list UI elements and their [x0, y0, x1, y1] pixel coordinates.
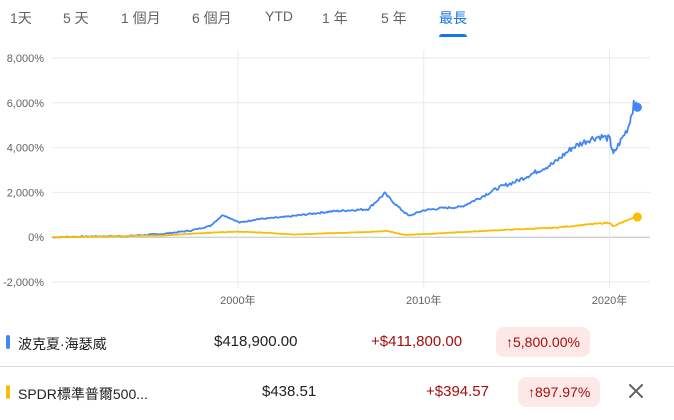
x-axis: 2000年 2010年 2020年 [220, 293, 627, 307]
y-tick-label: 0% [28, 232, 44, 244]
arrow-up-icon: ↑ [506, 334, 513, 350]
tab-1-month[interactable]: 1 個月 [121, 8, 161, 28]
row-divider [0, 366, 674, 367]
tab-1-year[interactable]: 1 年 [322, 8, 348, 28]
performance-chart: 8,000%6,000%4,000%2,000%0%-2,000% 2000年 2… [3, 50, 650, 307]
stock-price: $418,900.00 [214, 333, 298, 350]
tab-5-years[interactable]: 5 年 [381, 8, 407, 28]
close-icon [629, 384, 643, 398]
x-tick-label: 2020年 [592, 293, 627, 307]
chart-gridlines [52, 50, 650, 288]
stock-percent: 897.97% [535, 384, 591, 400]
y-tick-label: 4,000% [7, 143, 45, 155]
stock-percent: 5,800.00% [513, 334, 580, 350]
stock-percent-badge: ↑5,800.00% [496, 327, 590, 357]
x-tick-label: 2000年 [220, 293, 255, 307]
tab-max-label: 最長 [439, 10, 467, 26]
y-tick-label: 2,000% [7, 187, 45, 199]
tab-1-day[interactable]: 1天 [10, 8, 32, 28]
series-end-marker [632, 212, 642, 222]
tab-max[interactable]: 最長 [439, 8, 467, 37]
y-tick-label: -2,000% [3, 277, 44, 289]
stock-change: +$394.57 [426, 383, 489, 400]
series-end-marker [632, 102, 642, 112]
x-tick-label: 2010年 [406, 293, 441, 307]
range-tabs: 1天 5 天 1 個月 6 個月 YTD 1 年 5 年 最長 [0, 0, 674, 37]
stock-price: $438.51 [262, 383, 317, 400]
tab-5-days[interactable]: 5 天 [63, 8, 89, 28]
stock-name: 波克夏·海瑟威 [18, 336, 107, 352]
series-color-swatch [6, 385, 10, 399]
y-tick-label: 8,000% [7, 53, 45, 65]
stock-change: +$411,800.00 [371, 333, 463, 350]
chart-series [51, 99, 642, 239]
stock-name: SPDR標準普爾500... [18, 386, 148, 402]
arrow-up-icon: ↑ [528, 384, 535, 400]
stock-row-spdr[interactable]: SPDR標準普爾500... $438.51 +$394.57 ↑897.97% [0, 368, 674, 416]
tab-ytd[interactable]: YTD [265, 8, 293, 24]
series-line [52, 216, 638, 239]
stock-percent-badge: ↑897.97% [518, 377, 601, 407]
y-axis: 8,000% 6,000% 4,000% 2,000% 0% -2,000% [3, 53, 44, 289]
series-color-swatch [6, 335, 10, 349]
remove-comparison-button[interactable] [624, 379, 648, 403]
tab-6-months[interactable]: 6 個月 [192, 8, 232, 28]
series-line [51, 99, 639, 239]
y-tick-label: 6,000% [7, 98, 45, 110]
stock-row-berkshire[interactable]: 波克夏·海瑟威 $418,900.00 +$411,800.00 ↑5,800.… [0, 318, 674, 366]
